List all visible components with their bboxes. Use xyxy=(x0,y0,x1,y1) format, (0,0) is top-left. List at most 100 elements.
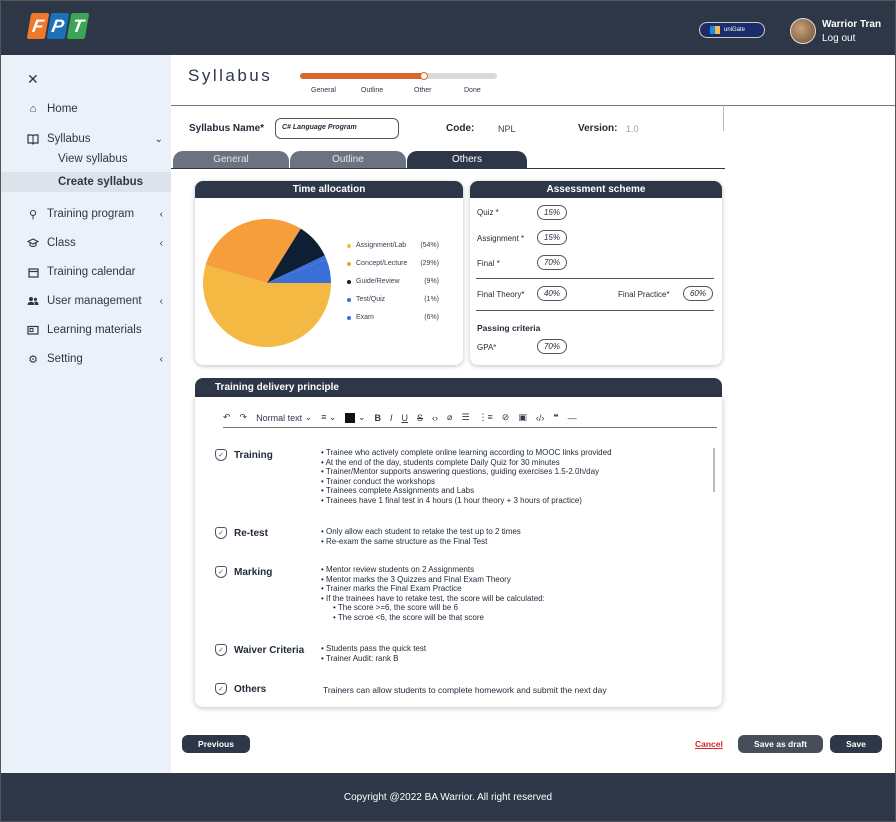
sidebar-item-home[interactable]: ⌂ Home xyxy=(27,103,163,115)
code-value: NPL xyxy=(498,124,516,134)
legend-pct: (54%) xyxy=(420,242,439,249)
sidebar-subitem-view-syllabus[interactable]: View syllabus xyxy=(58,153,127,165)
align-icon[interactable]: ≡ ⌄ xyxy=(321,412,336,423)
sidebar-item-syllabus[interactable]: Syllabus ⌄ xyxy=(27,133,163,145)
final-theory-input[interactable]: 40% xyxy=(537,286,567,301)
legend-dot xyxy=(347,279,351,284)
time-allocation-title: Time allocation xyxy=(195,181,463,198)
legend-item: Guide/Review (9%) xyxy=(347,278,439,285)
list-item: Trainer Audit: rank B xyxy=(321,654,426,664)
step-progress-bar xyxy=(300,72,497,80)
sidebar-item-training-program[interactable]: ⚲ Training program ‹ xyxy=(27,208,163,221)
shield-check-icon: ✓ xyxy=(215,449,227,461)
fpt-logo[interactable]: F P T xyxy=(26,13,90,39)
tab-underline xyxy=(171,168,725,169)
shield-check-icon: ✓ xyxy=(215,644,227,656)
legend-label: Exam xyxy=(356,314,374,321)
chevron-left-icon: ‹ xyxy=(159,237,163,249)
logo-letter-f: F xyxy=(26,13,50,39)
unigate-button[interactable]: uniGate xyxy=(699,22,765,38)
redo-icon[interactable]: ↷ xyxy=(240,412,248,423)
sidebar-item-label: User management xyxy=(47,295,142,307)
sidebar-item-user-management[interactable]: User management ‹ xyxy=(27,295,163,307)
bold-icon[interactable]: B xyxy=(375,413,382,423)
logo-letter-t: T xyxy=(66,13,90,39)
users-icon xyxy=(27,295,39,307)
final-input[interactable]: 70% xyxy=(537,255,567,270)
list-item: The scroe <6, the score will be that sco… xyxy=(321,613,545,623)
legend-dot xyxy=(347,243,351,248)
strikethrough-icon[interactable]: S xyxy=(417,413,423,423)
final-practice-input[interactable]: 60% xyxy=(683,286,713,301)
bullet-list-icon[interactable]: ☰ xyxy=(461,412,469,423)
training-delivery-title: Training delivery principle xyxy=(195,378,722,397)
sidebar-item-learning-materials[interactable]: Learning materials xyxy=(27,324,163,336)
numbered-list-icon[interactable]: ⋮≡ xyxy=(479,412,493,423)
save-as-draft-button[interactable]: Save as draft xyxy=(738,735,823,753)
step-outline[interactable]: Outline xyxy=(361,87,383,94)
section-title-marking: Marking xyxy=(234,567,273,578)
legend-item: Test/Quiz (1%) xyxy=(347,296,439,303)
retest-bullets: Only allow each student to retake the te… xyxy=(321,527,521,546)
sidebar-item-class[interactable]: Class ‹ xyxy=(27,237,163,249)
editor-scrollbar[interactable] xyxy=(713,448,715,492)
folder-icon xyxy=(27,324,39,336)
waiver-bullets: Students pass the quick test Trainer Aud… xyxy=(321,644,426,663)
calendar-icon xyxy=(27,266,39,278)
gear-icon: ⚙ xyxy=(28,353,38,366)
close-icon[interactable]: ✕ xyxy=(27,71,39,88)
section-title-waiver: Waiver Criteria xyxy=(234,645,305,656)
tab-outline[interactable]: Outline xyxy=(290,151,406,168)
step-progress-fill xyxy=(300,73,425,79)
text-style-select[interactable]: Normal text ⌄ xyxy=(256,412,312,423)
previous-button[interactable]: Previous xyxy=(182,735,250,753)
version-label: Version: xyxy=(578,123,618,134)
legend-item: Assignment/Lab (54%) xyxy=(347,242,439,249)
horizontal-rule-icon[interactable]: — xyxy=(568,413,577,423)
tab-general[interactable]: General xyxy=(173,151,289,168)
link-icon[interactable]: ⊘ xyxy=(502,412,510,423)
list-item: Trainees have 1 final test in 4 hours (1… xyxy=(321,496,612,506)
sidebar: ✕ ⌂ Home Syllabus ⌄ View syllabus Create… xyxy=(1,55,171,773)
copyright-text: Copyright @2022 BA Warrior. All right re… xyxy=(343,791,553,803)
section-title-others: Others xyxy=(234,684,267,695)
legend-label: Test/Quiz xyxy=(356,296,386,303)
text-color-picker[interactable]: ⌄ xyxy=(345,412,366,423)
quote-icon[interactable]: ❝ xyxy=(553,412,558,423)
logout-link[interactable]: Log out xyxy=(822,33,855,44)
title-divider xyxy=(171,105,895,106)
sidebar-item-setting[interactable]: ⚙ Setting ‹ xyxy=(27,353,163,366)
assignment-input[interactable]: 15% xyxy=(537,230,567,245)
gpa-input[interactable]: 70% xyxy=(537,339,567,354)
avatar[interactable] xyxy=(790,18,816,44)
step-done[interactable]: Done xyxy=(464,87,481,94)
image-icon[interactable]: ▣ xyxy=(518,412,527,423)
training-delivery-editor[interactable] xyxy=(195,397,722,707)
tab-others[interactable]: Others xyxy=(407,151,527,168)
right-divider xyxy=(723,105,724,131)
syllabus-name-label: Syllabus Name* xyxy=(189,123,265,134)
sidebar-subitem-create-syllabus[interactable]: Create syllabus xyxy=(58,176,143,188)
final-theory-label: Final Theory* xyxy=(477,290,525,299)
step-general[interactable]: General xyxy=(311,87,336,94)
undo-icon[interactable]: ↶ xyxy=(223,412,231,423)
editor-toolbar: ↶ ↷ Normal text ⌄ ≡ ⌄ ⌄ B I U S ‹› ⌀ ☰ ⋮… xyxy=(223,408,717,428)
clear-format-icon[interactable]: ⌀ xyxy=(447,412,452,423)
home-icon: ⌂ xyxy=(29,103,37,115)
code-block-icon[interactable]: ‹/› xyxy=(536,413,545,423)
code-inline-icon[interactable]: ‹› xyxy=(432,413,438,423)
chevron-left-icon: ‹ xyxy=(159,208,163,220)
sidebar-item-training-calendar[interactable]: Training calendar xyxy=(27,266,163,278)
legend-dot xyxy=(347,297,351,302)
italic-icon[interactable]: I xyxy=(390,413,393,423)
list-item: If the trainees have to retake test, the… xyxy=(321,594,545,604)
section-title-training: Training xyxy=(234,450,273,461)
underline-icon[interactable]: U xyxy=(402,413,409,423)
syllabus-name-input[interactable]: C# Language Program xyxy=(275,118,399,139)
cancel-button[interactable]: Cancel xyxy=(695,739,723,749)
save-button[interactable]: Save xyxy=(830,735,882,753)
quiz-input[interactable]: 15% xyxy=(537,205,567,220)
step-other[interactable]: Other xyxy=(414,87,432,94)
list-item: Only allow each student to retake the te… xyxy=(321,527,521,537)
user-name: Warrior Tran xyxy=(822,19,882,30)
